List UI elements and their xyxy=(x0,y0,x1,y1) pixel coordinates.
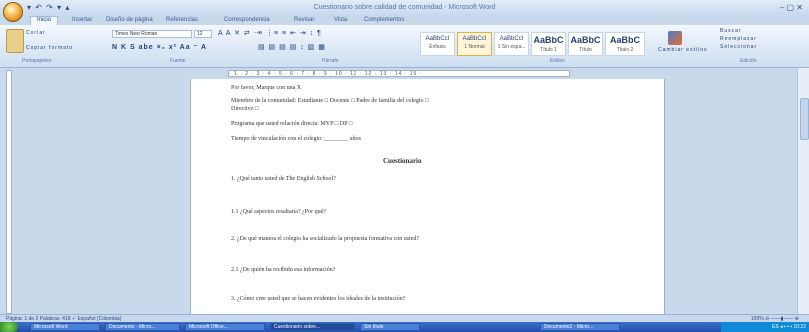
font-grow-shrink-icons[interactable]: A A ✕ ⇄ ⋯ xyxy=(218,29,262,37)
question-2: 2. ¿De qué manera el colegio ha socializ… xyxy=(231,236,420,242)
group-label-clipboard: Portapapeles xyxy=(22,58,52,64)
ruler-ticks: · 1 · 2 · 3 · 4 · 5 · 6 · 7 · 8 · 9 · 10… xyxy=(229,71,423,77)
taskbar-item[interactable]: Sin título xyxy=(360,323,420,331)
tab-vista[interactable]: Vista xyxy=(334,17,347,23)
style-gallery-item[interactable]: AaBbC Título xyxy=(568,32,603,56)
question-2-1: 2.1 ¿De quién ha recibido esa informació… xyxy=(231,267,336,273)
window-title: Cuestionario sobre calidad de comunidad … xyxy=(313,4,496,11)
office-button-icon[interactable] xyxy=(3,2,23,22)
taskbar-item[interactable]: Documento - Micro... xyxy=(105,323,180,331)
bold-italic-underline-icons[interactable]: N K S abe ×₂ x² Aa ⁻ A xyxy=(112,43,207,51)
replace-button[interactable]: Reemplazar xyxy=(720,36,757,42)
taskbar-item-active[interactable]: Cuestionario sobre... xyxy=(270,323,355,331)
tab-diseno-pagina[interactable]: Diseño de página xyxy=(106,17,153,23)
cut-button[interactable]: Cortar xyxy=(26,30,46,36)
question-3: 3. ¿Cómo cree usted que se hacen evident… xyxy=(231,296,406,302)
title-bar: ▾ ↶ ↷ ▾ ▴ Cuestionario sobre calidad de … xyxy=(0,0,809,17)
tab-revisar[interactable]: Revisar xyxy=(294,17,314,23)
vertical-ruler[interactable] xyxy=(6,70,12,314)
change-styles-button[interactable]: Cambiar estilos xyxy=(658,47,707,53)
document-page[interactable]: Por favor, Marque con una X Miembro de l… xyxy=(190,79,665,315)
instruction-line: Por favor, Marque con una X xyxy=(231,85,302,91)
list-indent-icons[interactable]: ≡ ⋮≡ ≡ ⇤ ⇥ ↕ ¶ xyxy=(258,29,322,37)
font-name-select[interactable]: Times New Roman xyxy=(112,30,192,38)
group-label-editing: Edición xyxy=(740,58,757,64)
question-1: 1. ¿Qué tanto usted de The English Schoo… xyxy=(231,176,336,182)
style-gallery-item-selected[interactable]: AaBbCcI 1 Normal xyxy=(457,32,492,56)
question-1-1: 1.1 ¿Qué aspectos resaltaría? ¿Por qué? xyxy=(231,209,326,215)
questionnaire-heading: Cuestionario xyxy=(383,157,422,165)
horizontal-ruler[interactable]: · 1 · 2 · 3 · 4 · 5 · 6 · 7 · 8 · 9 · 10… xyxy=(228,70,570,77)
program-line: Programa que usted relación directa: MYP… xyxy=(231,121,353,127)
group-label-font: Fuente xyxy=(170,58,186,64)
group-label-paragraph: Párrafo xyxy=(322,58,339,64)
tab-insertar[interactable]: Insertar xyxy=(72,17,92,23)
vertical-scrollbar[interactable] xyxy=(797,68,809,314)
ribbon: Cortar Copiar formato Portapapeles Times… xyxy=(0,25,809,68)
change-styles-icon[interactable] xyxy=(668,31,682,45)
community-member-line: Miembro de la comunidad: Estudiante □ Do… xyxy=(231,98,429,104)
taskbar: Microsoft Word Documento - Micro... Micr… xyxy=(0,322,809,332)
time-line: Tiempo de vinculación con el colegio: __… xyxy=(231,136,361,142)
taskbar-item[interactable]: Microsoft Office... xyxy=(185,323,265,331)
start-button[interactable] xyxy=(0,322,18,332)
style-gallery-item[interactable]: AaBbCcI Énfasis xyxy=(420,32,455,56)
style-gallery-item[interactable]: AaBbCcI 1 Sin espa... xyxy=(494,32,529,56)
tab-referencias[interactable]: Referencias xyxy=(166,17,198,23)
paste-icon[interactable] xyxy=(6,29,24,53)
tab-correspondencia[interactable]: Correspondencia xyxy=(224,17,270,23)
font-size-select[interactable]: 12 xyxy=(194,30,212,38)
taskbar-item[interactable]: Documento2 - Micro... xyxy=(540,323,620,331)
tab-complementos[interactable]: Complementos xyxy=(364,17,404,23)
group-label-styles: Estilos xyxy=(550,58,565,64)
scrollbar-thumb[interactable] xyxy=(800,98,809,140)
align-icons[interactable]: ▤ ▤ ▤ ▤ ↕ ▧ ▦ xyxy=(258,43,326,51)
format-painter-button[interactable]: Copiar formato xyxy=(26,45,73,51)
taskbar-item[interactable]: Microsoft Word xyxy=(30,323,100,331)
style-gallery-item[interactable]: AaBbC Título 2 xyxy=(605,32,645,56)
window-controls[interactable]: – ▢ ✕ xyxy=(780,3,803,12)
style-gallery-item[interactable]: AaBbC Título 1 xyxy=(531,32,566,56)
select-button[interactable]: Seleccionar xyxy=(720,44,757,50)
system-tray[interactable]: ES ◂ ▪ ▪ ▪ 10:22 xyxy=(721,322,809,332)
find-button[interactable]: Buscar xyxy=(720,28,742,34)
directivo-line: Directivo □ xyxy=(231,106,259,112)
